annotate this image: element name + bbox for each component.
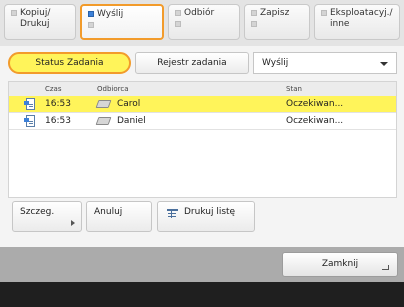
print-list-button-label: Drukuj listę	[184, 207, 236, 217]
tab-job-status[interactable]: Status Zadania	[8, 52, 131, 74]
tab-label: Kopiuj/	[20, 8, 51, 18]
status-led-icon	[251, 21, 257, 27]
status-led-icon	[175, 10, 181, 16]
list-header: Czas Odbiorca Stan	[9, 82, 396, 96]
list-icon	[167, 209, 178, 218]
column-header-time: Czas	[45, 85, 62, 93]
tab-receive[interactable]: Odbiór	[168, 4, 240, 40]
cancel-button-label: Anuluj	[94, 207, 123, 217]
column-header-recipient: Odbiorca	[97, 85, 129, 93]
details-button-label: Szczeg.	[20, 207, 55, 217]
status-led-icon	[175, 21, 181, 27]
print-list-button[interactable]: Drukuj listę	[157, 201, 255, 232]
chevron-down-icon	[380, 62, 388, 66]
tab-job-log[interactable]: Rejestr zadania	[135, 52, 249, 74]
close-button[interactable]: Zamknij	[282, 252, 398, 277]
bottom-bar: Zamknij	[0, 247, 404, 282]
tab-label: Wyślij	[97, 9, 124, 19]
status-led-icon	[251, 10, 257, 16]
tab-label-line2: Drukuj	[20, 19, 50, 29]
column-header-status: Stan	[286, 85, 302, 93]
job-status: Oczekiwan...	[286, 99, 344, 109]
tab-send[interactable]: Wyślij	[80, 4, 164, 40]
status-bar	[0, 282, 404, 307]
send-document-icon	[24, 115, 35, 127]
function-tab-bar: Kopiuj/ Drukuj Wyślij Odbiór Zapisz Eksp…	[0, 0, 404, 46]
status-led-icon	[88, 11, 94, 17]
job-type-select[interactable]: Wyślij	[253, 52, 397, 74]
tab-label: Eksploatacyj./	[330, 8, 393, 18]
tab-consumables-other[interactable]: Eksploatacyj./ inne	[314, 4, 400, 40]
status-led-icon	[11, 10, 17, 16]
job-row[interactable]: 16:53 Carol Oczekiwan...	[9, 96, 396, 113]
tab-copy-print[interactable]: Kopiuj/ Drukuj	[4, 4, 76, 40]
close-button-label: Zamknij	[321, 259, 359, 269]
tab-label-line2: inne	[330, 19, 350, 29]
tab-label: Odbiór	[184, 8, 215, 18]
job-recipient: Daniel	[117, 116, 146, 126]
send-document-icon	[24, 98, 35, 110]
arrow-right-icon	[71, 220, 75, 226]
address-book-icon	[95, 117, 112, 125]
address-book-icon	[95, 100, 112, 108]
tab-store[interactable]: Zapisz	[244, 4, 310, 40]
job-time: 16:53	[45, 99, 71, 109]
job-status-panel: Status Zadania Rejestr zadania Wyślij Cz…	[0, 46, 404, 247]
status-led-icon	[88, 22, 94, 28]
tab-label: Zapisz	[260, 8, 290, 18]
cancel-button[interactable]: Anuluj	[86, 201, 152, 232]
job-type-select-value: Wyślij	[262, 58, 289, 68]
job-recipient: Carol	[117, 99, 141, 109]
job-list: Czas Odbiorca Stan 16:53 Carol Oczekiwan…	[8, 81, 397, 198]
job-row[interactable]: 16:53 Daniel Oczekiwan...	[9, 113, 396, 130]
enter-icon	[382, 265, 389, 270]
job-status: Oczekiwan...	[286, 116, 344, 126]
job-time: 16:53	[45, 116, 71, 126]
status-led-icon	[321, 10, 327, 16]
details-button[interactable]: Szczeg.	[12, 201, 82, 232]
